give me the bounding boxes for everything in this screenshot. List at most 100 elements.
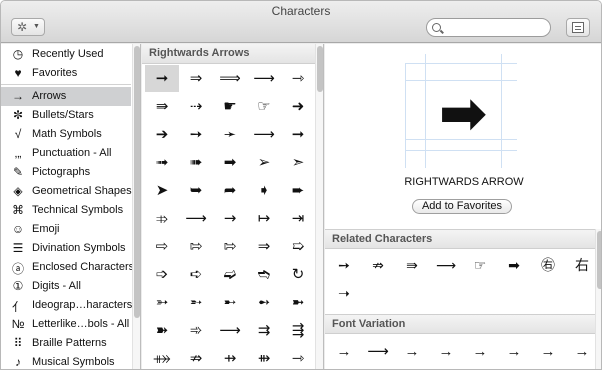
related-character[interactable]: ⇛	[395, 253, 429, 279]
character-cell[interactable]: ➦	[213, 177, 247, 204]
character-cell[interactable]: ⟶	[179, 205, 213, 232]
sidebar-item[interactable]: √ Math Symbols	[1, 125, 131, 144]
character-cell[interactable]: ↻	[281, 261, 315, 288]
character-cell[interactable]: ➟	[145, 149, 179, 176]
character-cell[interactable]: ⇸	[213, 345, 247, 369]
related-character[interactable]: ➝	[327, 281, 361, 307]
sidebar-item[interactable]: ⌘ Technical Symbols	[1, 201, 131, 220]
character-cell[interactable]: ⇢	[179, 93, 213, 120]
character-cell[interactable]: ➞	[281, 121, 315, 148]
character-cell[interactable]: ⟶	[213, 317, 247, 344]
sidebar-item[interactable]: ♪ Musical Symbols	[1, 353, 131, 369]
character-cell[interactable]: ⇻	[247, 345, 281, 369]
character-cell[interactable]: ⇛	[145, 93, 179, 120]
sidebar-item[interactable]: ◈ Geometrical Shapes	[1, 182, 131, 201]
character-cell[interactable]: ➞	[145, 65, 179, 92]
character-cell[interactable]: ➻	[247, 289, 281, 316]
sidebar-scroll-thumb[interactable]	[134, 46, 140, 318]
character-cell[interactable]: ➬	[247, 261, 281, 288]
character-cell[interactable]: ➸	[213, 289, 247, 316]
character-cell[interactable]: ⇒	[179, 65, 213, 92]
search-input[interactable]	[447, 20, 545, 35]
character-cell[interactable]: ➔	[145, 121, 179, 148]
search-field[interactable]	[426, 18, 551, 37]
grid-scroll-thumb[interactable]	[317, 46, 323, 92]
toggle-info-button[interactable]	[566, 18, 590, 37]
sidebar-item[interactable]: ⠿ Braille Patterns	[1, 334, 131, 353]
character-cell[interactable]: ⇥	[281, 205, 315, 232]
font-variation-glyph[interactable]: →	[565, 339, 599, 365]
character-cell[interactable]: ➥	[179, 177, 213, 204]
related-character[interactable]: ⇏	[361, 253, 395, 279]
sidebar-item[interactable]: → Arrows	[1, 87, 131, 106]
detail-scroll-thumb[interactable]	[597, 231, 601, 289]
sidebar-item[interactable]: ☰ Divination Symbols	[1, 239, 131, 258]
character-cell[interactable]: ☞	[247, 93, 281, 120]
character-cell[interactable]: ➳	[145, 289, 179, 316]
character-cell[interactable]: ➡	[213, 149, 247, 176]
related-character[interactable]: ➡	[497, 253, 531, 279]
sidebar-item[interactable]: 亻 Ideograp…haracters	[1, 296, 132, 315]
character-cell[interactable]: ➙	[179, 121, 213, 148]
character-cell[interactable]: ➢	[247, 149, 281, 176]
related-character[interactable]: ⟶	[429, 253, 463, 279]
character-cell[interactable]: →	[213, 205, 247, 232]
sidebar-item[interactable]: ① Digits - All	[1, 277, 131, 296]
character-cell[interactable]: ☛	[213, 93, 247, 120]
character-cell[interactable]: ⇾	[281, 65, 315, 92]
character-cell[interactable]: ➼	[281, 289, 315, 316]
font-variation-glyph[interactable]: →	[497, 339, 531, 365]
related-character[interactable]: ㊨	[531, 253, 565, 279]
character-cell[interactable]: ⤃	[145, 205, 179, 232]
character-cell[interactable]: ⇰	[213, 233, 247, 260]
sidebar-item[interactable]: ✎ Pictographs	[1, 163, 131, 182]
sidebar-scrollbar[interactable]	[132, 44, 140, 369]
related-character[interactable]: 右	[565, 253, 599, 279]
character-cell[interactable]: ➯	[281, 233, 315, 260]
grid-scrollbar[interactable]	[315, 44, 323, 369]
sidebar-item[interactable]: ♥ Favorites	[1, 64, 131, 83]
character-cell[interactable]: ➫	[213, 261, 247, 288]
font-variation-glyph[interactable]: →	[531, 339, 565, 365]
character-cell[interactable]: ➧	[247, 177, 281, 204]
character-cell[interactable]: ⇶	[281, 317, 315, 344]
character-cell[interactable]: ⟶	[247, 65, 281, 92]
font-variation-glyph[interactable]: →	[395, 339, 429, 365]
sidebar-item[interactable]: ⓐ Enclosed Characters	[1, 258, 134, 277]
character-cell[interactable]: ⇉	[247, 317, 281, 344]
character-cell[interactable]: ➩	[145, 261, 179, 288]
related-character[interactable]: ☞	[463, 253, 497, 279]
sidebar-item[interactable]: № Letterlike…bols - All	[1, 315, 131, 334]
character-cell[interactable]: ⤁	[145, 345, 179, 369]
related-character[interactable]: ➙	[327, 253, 361, 279]
detail-scrollbar[interactable]	[595, 229, 601, 369]
character-cell[interactable]: ⟹	[213, 65, 247, 92]
sidebar-item[interactable]: ☺ Emoji	[1, 220, 131, 239]
character-cell[interactable]: ⇾	[281, 345, 315, 369]
font-variation-glyph[interactable]: →	[429, 339, 463, 365]
sidebar-item[interactable]: ‚„ Punctuation - All	[1, 144, 131, 163]
font-variation-glyph[interactable]: ⟶	[361, 339, 395, 365]
character-cell[interactable]: ➾	[179, 317, 213, 344]
character-cell[interactable]: ⇰	[179, 233, 213, 260]
character-cell[interactable]: ➨	[281, 177, 315, 204]
character-cell[interactable]: ↦	[247, 205, 281, 232]
character-cell[interactable]: ➤	[145, 177, 179, 204]
character-cell[interactable]: ➜	[281, 93, 315, 120]
character-cell[interactable]: ⇒	[247, 233, 281, 260]
character-cell[interactable]: ➽	[145, 317, 179, 344]
character-cell[interactable]: ➪	[179, 261, 213, 288]
font-variation-glyph[interactable]: →	[327, 339, 361, 365]
action-menu-button[interactable]: ✲ ▼	[11, 18, 45, 36]
sidebar-item[interactable]: ✼ Bullets/Stars	[1, 106, 131, 125]
character-cell[interactable]: ➛	[213, 121, 247, 148]
character-cell[interactable]: ➠	[179, 149, 213, 176]
sidebar-item[interactable]: ◷ Recently Used	[1, 45, 131, 64]
character-cell[interactable]: ⟶	[247, 121, 281, 148]
font-variation-glyph[interactable]: →	[463, 339, 497, 365]
add-to-favorites-button[interactable]: Add to Favorites	[412, 199, 512, 214]
character-cell[interactable]: ⇏	[179, 345, 213, 369]
character-cell[interactable]: ➵	[179, 289, 213, 316]
character-cell[interactable]: ➣	[281, 149, 315, 176]
character-cell[interactable]: ⇨	[145, 233, 179, 260]
